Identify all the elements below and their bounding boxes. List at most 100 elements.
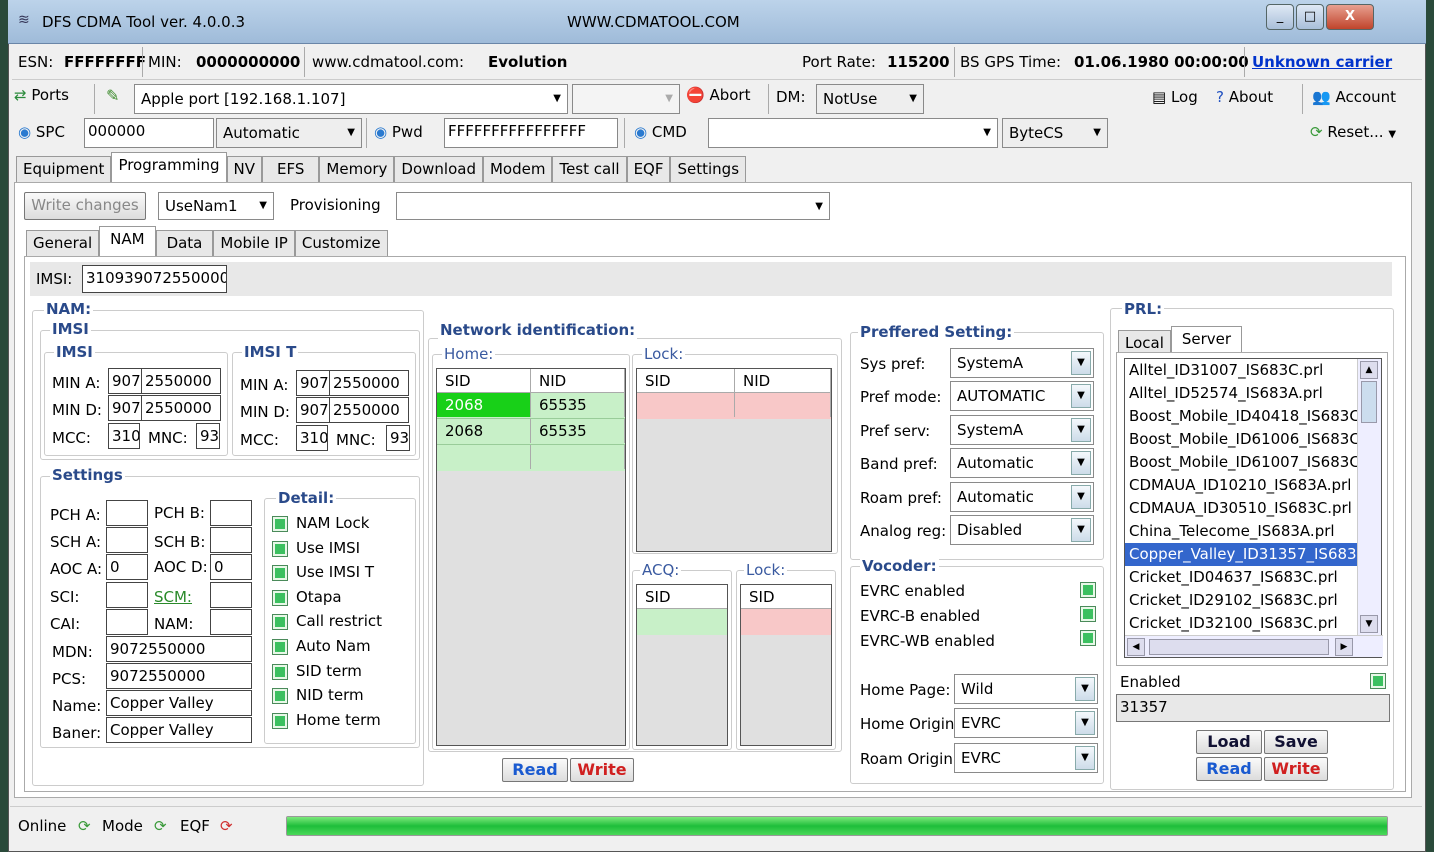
maximize-button[interactable]: □ (1296, 4, 1324, 30)
cai-input[interactable] (106, 609, 148, 635)
provisioning-select[interactable]: ▼ (396, 192, 830, 220)
min-d-2-input[interactable]: 2550000 (141, 395, 221, 421)
prl-list-item[interactable]: China_Telecome_IS683A.prl (1125, 520, 1357, 543)
prl-list-item[interactable]: Copper_Valley_ID31357_IS683 (1125, 543, 1357, 566)
mode-select[interactable]: Automatic ▼ (216, 118, 362, 148)
evrc-wb-checkbox[interactable] (1080, 630, 1096, 646)
pch-b-input[interactable] (210, 500, 252, 526)
detail-option[interactable]: Call restrict (272, 612, 382, 631)
tab-download[interactable]: Download (394, 156, 483, 182)
prl-list-item[interactable]: Cricket_ID04637_IS683C.prl (1125, 566, 1357, 589)
detail-checkbox[interactable] (272, 688, 288, 705)
lock-sid-cell[interactable] (637, 393, 735, 417)
mcc-input[interactable]: 310 (108, 423, 140, 449)
chevron-down-icon[interactable]: ▼ (1071, 484, 1091, 509)
detail-checkbox[interactable] (272, 639, 288, 655)
tab-data[interactable]: Data (155, 230, 214, 256)
imsi-input[interactable]: 310939072550000 (82, 265, 227, 293)
account-button[interactable]: 👥 Account (1312, 88, 1396, 106)
detail-option[interactable]: Use IMSI (272, 539, 360, 557)
scroll-left-icon[interactable]: ◀ (1127, 638, 1145, 656)
prl-list-item[interactable]: Cricket_ID32100_IS683C.prl (1125, 612, 1357, 635)
roam-origin-select[interactable]: EVRC ▼ (954, 743, 1098, 773)
cmd-button[interactable]: ◉ CMD (634, 123, 687, 141)
prl-id-input[interactable]: 31357 (1116, 694, 1390, 722)
prl-list-item[interactable]: CDMAUA_ID30510_IS683C.prl (1125, 497, 1357, 520)
prl-read-button[interactable]: Read (1196, 757, 1262, 781)
evrc-checkbox[interactable] (1080, 582, 1096, 598)
lock-nid-cell[interactable] (735, 393, 831, 417)
bytecs-select[interactable]: ByteCS ▼ (1002, 118, 1108, 148)
chevron-down-icon[interactable]: ▼ (1071, 451, 1091, 476)
prl-hscrollbar[interactable]: ◀ ▶ (1125, 635, 1383, 657)
detail-checkbox[interactable] (272, 712, 288, 729)
chevron-down-icon[interactable]: ▼ (1071, 518, 1091, 542)
reset-button[interactable]: ⟳ Reset... ▼ (1310, 123, 1396, 141)
nam-field-input[interactable] (210, 609, 252, 635)
home-nid-cell[interactable]: 65535 (531, 393, 625, 417)
min-d-t-1-input[interactable]: 907 (296, 397, 330, 423)
connect-icon[interactable]: ✎ (106, 86, 119, 105)
scroll-thumb[interactable] (1149, 639, 1329, 655)
detail-option[interactable]: SID term (272, 662, 362, 680)
lock-grid[interactable]: SID NID (636, 368, 832, 552)
pcs-input[interactable]: 9072550000 (106, 663, 252, 689)
lock2-grid[interactable]: SID (740, 584, 832, 746)
evrc-b-checkbox[interactable] (1080, 606, 1096, 622)
scroll-thumb[interactable] (1361, 381, 1377, 423)
network-write-button[interactable]: Write (570, 758, 634, 782)
detail-checkbox[interactable] (272, 516, 288, 532)
sch-a-input[interactable] (106, 527, 148, 553)
acq-grid[interactable]: SID (636, 584, 728, 746)
enabled-checkbox[interactable] (1370, 673, 1386, 689)
about-button[interactable]: ? About (1216, 88, 1273, 106)
band-pref-select[interactable]: Automatic ▼ (950, 448, 1094, 479)
home-nid-cell[interactable] (531, 445, 625, 469)
min-a-1-input[interactable]: 907 (108, 368, 142, 394)
close-button[interactable]: X (1326, 4, 1374, 30)
roam-pref-select[interactable]: Automatic ▼ (950, 481, 1094, 512)
scroll-right-icon[interactable]: ▶ (1335, 638, 1353, 656)
sch-b-input[interactable] (210, 527, 252, 553)
table-row[interactable] (437, 445, 625, 471)
mnc-input[interactable]: 93 (196, 423, 220, 449)
tab-programming[interactable]: Programming (111, 152, 227, 182)
prl-vscrollbar[interactable]: ▲ ▼ (1357, 359, 1381, 635)
min-a-2-input[interactable]: 2550000 (141, 368, 221, 394)
analog-reg-select[interactable]: Disabled ▼ (950, 515, 1094, 545)
chevron-down-icon[interactable]: ▼ (1071, 351, 1091, 375)
name-input[interactable]: Copper Valley (106, 690, 252, 716)
pwd-button[interactable]: ◉ Pwd (374, 123, 423, 141)
home-page-select[interactable]: Wild ▼ (954, 674, 1098, 704)
tab-equipment[interactable]: Equipment (16, 156, 112, 182)
scroll-up-icon[interactable]: ▲ (1360, 361, 1378, 379)
scm-input[interactable] (210, 582, 252, 608)
pwd-input[interactable]: FFFFFFFFFFFFFFFF (444, 118, 618, 148)
tab-settings[interactable]: Settings (670, 156, 747, 182)
save-button[interactable]: Save (1264, 730, 1328, 754)
prl-list-item[interactable]: Alltel_ID31007_IS683C.prl (1125, 359, 1357, 382)
log-button[interactable]: ▤ Log (1152, 88, 1198, 106)
min-a-t-2-input[interactable]: 2550000 (329, 370, 409, 396)
prl-list-item[interactable]: CDMAUA_ID10210_IS683A.prl (1125, 474, 1357, 497)
home-nid-cell[interactable]: 65535 (531, 419, 625, 443)
mdn-input[interactable]: 9072550000 (106, 636, 252, 662)
tab-efs[interactable]: EFS (262, 156, 320, 182)
table-row[interactable] (741, 609, 831, 635)
minimize-button[interactable]: _ (1266, 4, 1294, 30)
cmd-select[interactable]: ▼ (708, 118, 998, 148)
sci-input[interactable] (106, 582, 148, 608)
dm-select[interactable]: NotUse ▼ (816, 84, 924, 114)
min-d-t-2-input[interactable]: 2550000 (329, 397, 409, 423)
nam-select[interactable]: UseNam1 ▼ (158, 192, 274, 220)
chevron-down-icon[interactable]: ▼ (1071, 384, 1091, 409)
home-sid-cell[interactable]: 2068 (437, 419, 531, 443)
table-row[interactable] (637, 609, 727, 635)
detail-checkbox[interactable] (272, 663, 288, 680)
spc-button[interactable]: ◉ SPC (18, 123, 65, 141)
sys-pref-select[interactable]: SystemA ▼ (950, 348, 1094, 378)
tab-customize[interactable]: Customize (294, 230, 388, 256)
prl-list-item[interactable]: Boost_Mobile_ID61006_IS683C (1125, 428, 1357, 451)
ports-button[interactable]: ⇄ Ports (14, 86, 69, 104)
spc-input[interactable]: 000000 (84, 118, 214, 148)
